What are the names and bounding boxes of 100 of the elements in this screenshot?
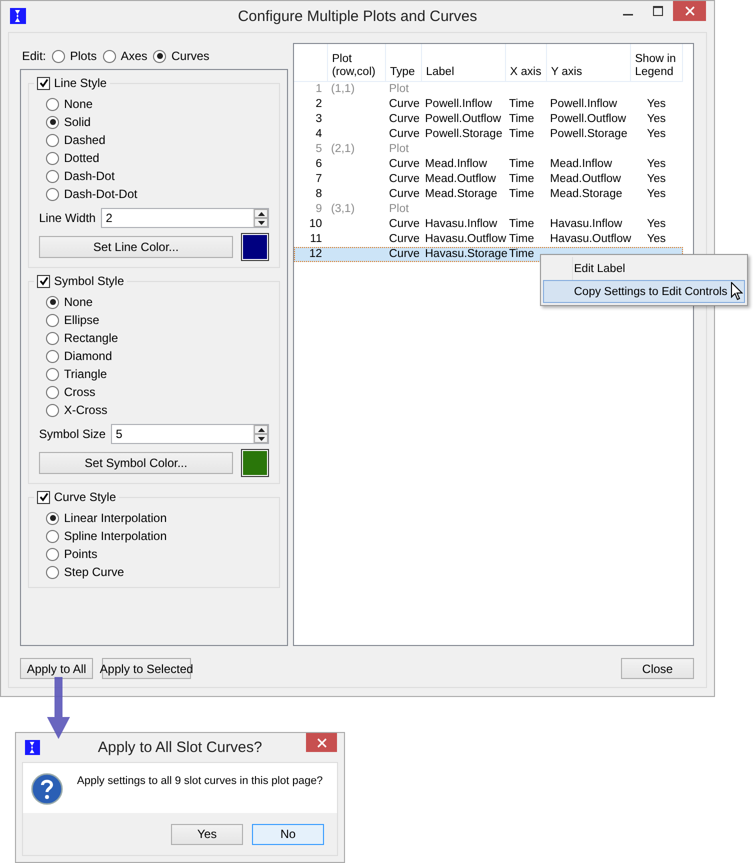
column-header[interactable]: X axis [506, 44, 547, 82]
radio-button[interactable]: Linear Interpolation [46, 511, 167, 525]
radio-button[interactable]: Points [46, 547, 98, 561]
row-number: 9 [314, 202, 323, 217]
checkbox[interactable] [37, 76, 50, 90]
radio-button[interactable]: Dash-Dot-Dot [46, 187, 138, 201]
column-header[interactable]: Plot (row,col) [328, 44, 386, 82]
radio-button[interactable]: Dotted [46, 151, 100, 165]
row-number: 10 [308, 217, 323, 232]
table-cell-text: Yes [646, 157, 667, 172]
radio-button[interactable]: Step Curve [46, 565, 124, 579]
table-cell-text: Yes [646, 187, 667, 202]
checkbox[interactable] [37, 490, 50, 504]
dialog-button[interactable]: Yes [171, 824, 243, 844]
table-cell-text: Curve [388, 112, 421, 127]
table-cell-text: Time [508, 217, 536, 232]
column-header[interactable]: Label [422, 44, 506, 82]
table-cell-text: Yes [646, 97, 667, 112]
radio-button[interactable]: Triangle [46, 367, 107, 381]
app-logo-icon [25, 740, 40, 755]
dialog-title: Apply to All Slot Curves? [98, 739, 262, 756]
table-cell-text: Powell.Inflow [549, 97, 618, 112]
table-cell-text: Curve [388, 217, 421, 232]
table-cell-text: Powell.Inflow [424, 97, 494, 112]
header-corner [294, 44, 328, 82]
radio-button[interactable]: Rectangle [46, 331, 118, 345]
radio-button[interactable]: None [46, 97, 93, 111]
row-number: 3 [314, 112, 323, 127]
table-cell-text: Time [508, 172, 536, 187]
color-button[interactable]: Set Symbol Color... [39, 452, 233, 474]
table-cell-text: Curve [388, 97, 421, 112]
close-icon[interactable] [306, 733, 337, 752]
column-header[interactable]: Type [386, 44, 422, 82]
table-cell-text: Mead.Storage [549, 187, 624, 202]
table-cell-text: (2,1) [330, 142, 356, 157]
table-cell-text: Havasu.Outflow [549, 232, 631, 247]
radio-button[interactable]: Dash-Dot [46, 169, 115, 183]
table-cell-text: Mead.Storage [424, 187, 498, 202]
table-cell-text: Yes [646, 112, 667, 127]
row-number: 8 [314, 187, 323, 202]
checkbox-label[interactable]: Line Style [54, 76, 107, 90]
table-cell-text: Mead.Outflow [549, 172, 622, 187]
question-icon [31, 773, 63, 805]
window-title: Configure Multiple Plots and Curves [238, 8, 478, 25]
apply-all-button[interactable]: Apply to All [20, 658, 93, 679]
table-cell-text: Plot [388, 142, 410, 157]
radio-button[interactable]: Axes [102, 49, 148, 63]
dialog-message: Apply settings to all 9 slot curves in this plot page? [77, 775, 323, 787]
spin-box[interactable]: 5 [110, 424, 269, 444]
table-cell-text: Mead.Outflow [424, 172, 497, 187]
table-cell-text: (3,1) [330, 202, 356, 217]
apply-selected-button[interactable]: Apply to Selected [102, 658, 191, 679]
color-swatch[interactable] [241, 233, 269, 261]
table-cell-text: Mead.Inflow [424, 157, 488, 172]
menu-item[interactable]: Copy Settings to Edit Controls [543, 280, 745, 303]
radio-button[interactable]: Plots [52, 49, 97, 63]
checkbox[interactable] [37, 274, 50, 288]
color-button[interactable]: Set Line Color... [39, 236, 233, 258]
radio-button[interactable]: None [46, 295, 93, 309]
close-icon[interactable] [673, 1, 706, 21]
checkbox-label[interactable]: Curve Style [54, 490, 116, 504]
row-number: 11 [309, 232, 323, 247]
radio-button[interactable]: Curves [153, 49, 210, 63]
column-header[interactable]: Y axis [547, 44, 631, 82]
radio-button[interactable]: Dashed [46, 133, 106, 147]
radio-button[interactable]: X-Cross [46, 403, 108, 417]
radio-button[interactable]: Spline Interpolation [46, 529, 167, 543]
table-cell-text: Curve [388, 232, 421, 247]
table-cell-text: Time [508, 232, 536, 247]
row-number: 12 [308, 247, 323, 262]
field-label: Symbol Size [39, 427, 106, 441]
radio-button[interactable]: Solid [46, 115, 91, 129]
spin-box[interactable]: 2 [100, 208, 269, 228]
color-swatch[interactable] [241, 449, 269, 477]
table-cell-text: Time [508, 247, 536, 262]
table-cell-text: Time [508, 187, 536, 202]
table-cell-text: Havasu.Storage [424, 247, 506, 262]
radio-button[interactable]: Ellipse [46, 313, 100, 327]
checkbox-label[interactable]: Symbol Style [54, 274, 124, 288]
dialog-button[interactable]: No [252, 824, 324, 844]
row-number: 6 [314, 157, 323, 172]
table-cell-text: Havasu.Inflow [424, 217, 498, 232]
radio-button[interactable]: Cross [46, 385, 96, 399]
table-cell-text: Curve [388, 172, 421, 187]
table-cell-text: Yes [646, 172, 667, 187]
radio-button[interactable]: Diamond [46, 349, 112, 363]
column-header[interactable]: Show in Legend [631, 44, 683, 82]
table-cell-text: Powell.Storage [424, 127, 504, 142]
table-cell-text: Time [508, 97, 536, 112]
edit-label: Edit: [22, 49, 46, 63]
table-cell-text: Powell.Outflow [424, 112, 502, 127]
table-cell-text: Yes [646, 127, 667, 142]
app-logo-icon [10, 8, 26, 24]
table-cell-text: Curve [388, 127, 421, 142]
table-cell-text: Plot [388, 82, 410, 97]
close-button[interactable]: Close [621, 658, 694, 679]
table-cell-text: Time [508, 157, 536, 172]
table-cell-text: Time [508, 112, 536, 127]
table-cell-text: Curve [388, 187, 421, 202]
table-cell-text: Plot [388, 202, 410, 217]
